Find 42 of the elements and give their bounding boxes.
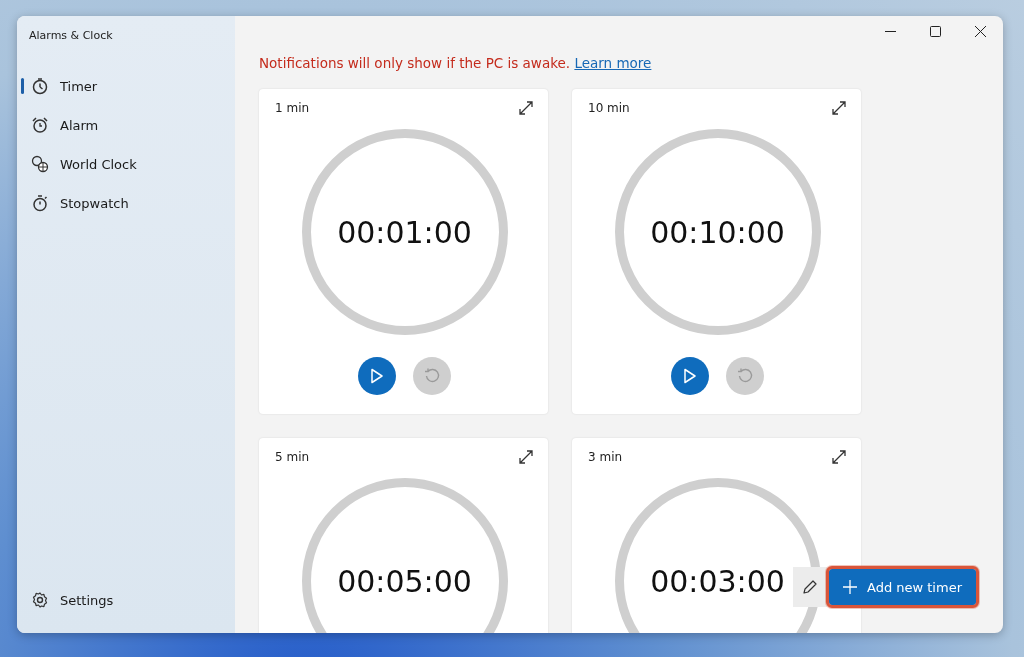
nav-label: Timer — [60, 78, 98, 94]
reset-icon — [736, 367, 754, 385]
timer-name: 5 min — [275, 450, 310, 464]
close-icon — [975, 25, 986, 37]
expand-icon[interactable] — [518, 100, 534, 116]
timer-name: 10 min — [588, 101, 630, 115]
settings-item[interactable]: Settings — [21, 582, 231, 618]
play-button[interactable] — [358, 357, 396, 395]
add-timer-button[interactable]: Add new timer — [828, 569, 976, 605]
nav-item[interactable]: Alarm — [21, 107, 231, 143]
timer-time: 00:10:00 — [650, 214, 785, 250]
plus-icon — [842, 580, 857, 594]
maximize-icon — [930, 25, 941, 37]
stopwatch-icon — [31, 194, 49, 212]
play-icon — [370, 368, 384, 384]
expand-icon[interactable] — [518, 449, 534, 465]
settings-icon — [31, 591, 49, 609]
alarm-clock-icon — [31, 116, 49, 134]
nav-item[interactable]: World Clock — [21, 146, 231, 182]
timer-icon — [31, 77, 49, 95]
play-icon — [683, 368, 697, 384]
pencil-icon — [802, 579, 818, 595]
timer-time: 00:01:00 — [337, 214, 472, 250]
nav-label: World Clock — [60, 156, 137, 172]
nav-item[interactable]: Timer — [21, 68, 231, 104]
globe-clock-icon — [31, 155, 49, 173]
nav-label: Settings — [60, 592, 114, 608]
nav-label: Stopwatch — [60, 195, 129, 211]
window-title: Alarms & Clock — [28, 28, 114, 44]
learn-more-link[interactable]: Learn more — [574, 55, 652, 71]
expand-icon[interactable] — [831, 449, 847, 465]
play-button[interactable] — [671, 357, 709, 395]
timer-time: 00:05:00 — [337, 563, 472, 599]
nav-item[interactable]: Stopwatch — [21, 185, 231, 221]
timer-time: 00:03:00 — [650, 563, 785, 599]
notice-text: Notifications will only show if the PC is awake. Learn more — [259, 54, 653, 73]
reset-icon — [423, 367, 441, 385]
timer-name: 1 min — [275, 101, 310, 115]
expand-icon[interactable] — [831, 100, 847, 116]
timer-name: 3 min — [588, 450, 623, 464]
nav-label: Alarm — [60, 117, 99, 133]
edit-button[interactable] — [793, 567, 827, 607]
